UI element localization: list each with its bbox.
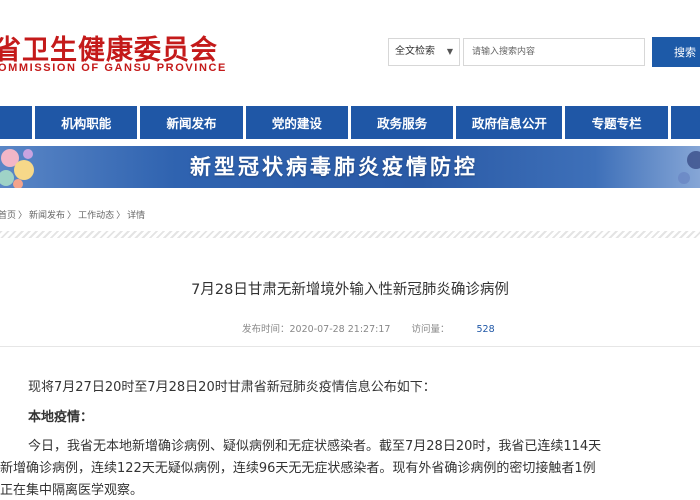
- nav-item-party[interactable]: 党的建设: [245, 106, 348, 139]
- body-line: 新增确诊病例，连续122天无疑似病例，连续96天无无症状感染者。现有外省确诊病例…: [0, 461, 596, 476]
- breadcrumb-news[interactable]: 新闻发布: [29, 211, 65, 221]
- publish-time: 2020-07-28 21:27:17: [289, 324, 391, 335]
- nav-item-topics[interactable]: 专题专栏: [565, 106, 668, 139]
- search-scope-label: 全文检索: [395, 46, 435, 57]
- main-nav: 机构职能 新闻发布 党的建设 政务服务 政府信息公开 专题专栏: [0, 106, 700, 139]
- decorative-divider: [0, 231, 700, 238]
- article-intro: 现将7月27日20时至7月28日20时甘肃省新冠肺炎疫情信息公布如下：: [28, 380, 436, 395]
- nav-item-news[interactable]: 新闻发布: [140, 106, 243, 139]
- breadcrumb: 首页〉新闻发布〉工作动态〉详情: [0, 208, 147, 221]
- body-line: 正在集中隔离医学观察。: [0, 483, 144, 498]
- site-header: 省卫生健康委员会 OMMISSION OF GANSU PROVINCE 全文检…: [0, 0, 700, 100]
- chevron-down-icon: ▼: [446, 47, 453, 56]
- virus-decoration-icon: [678, 151, 700, 184]
- nav-item-organization[interactable]: 机构职能: [35, 106, 138, 139]
- breadcrumb-separator: 〉: [18, 211, 28, 221]
- search-button[interactable]: 搜索: [652, 37, 700, 67]
- nav-item-more[interactable]: [670, 106, 700, 139]
- breadcrumb-work-updates[interactable]: 工作动态: [78, 211, 114, 221]
- nav-item-disclosure[interactable]: 政府信息公开: [456, 106, 563, 139]
- article-meta: 发布时间：2020-07-28 21:27:17 访问量： 528: [242, 321, 495, 335]
- visits-count: 528: [476, 324, 495, 335]
- breadcrumb-separator: 〉: [67, 211, 77, 221]
- body-line: 今日，我省无本地新增确诊病例、疑似病例和无症状感染者。截至7月28日20时，我省…: [28, 439, 602, 454]
- publish-time-label: 发布时间：: [242, 324, 290, 335]
- banner-title: 新型冠状病毒肺炎疫情防控: [190, 155, 478, 179]
- search-input[interactable]: [463, 38, 645, 66]
- meta-divider: [0, 346, 700, 347]
- article-body: 今日，我省无本地新增确诊病例、疑似病例和无症状感染者。截至7月28日20时，我省…: [0, 436, 700, 500]
- article-title: 7月28日甘肃无新增境外输入性新冠肺炎确诊病例: [191, 282, 509, 298]
- site-logo-english[interactable]: OMMISSION OF GANSU PROVINCE: [0, 62, 227, 74]
- nav-item-home[interactable]: [0, 106, 33, 139]
- section-heading: 本地疫情：: [28, 410, 94, 425]
- search-scope-select[interactable]: 全文检索 ▼: [388, 38, 460, 66]
- breadcrumb-home[interactable]: 首页: [0, 211, 16, 221]
- virus-illustration-icon: [0, 149, 34, 188]
- visits-label: 访问量：: [411, 324, 450, 335]
- epidemic-banner[interactable]: 新型冠状病毒肺炎疫情防控: [0, 146, 700, 188]
- breadcrumb-separator: 〉: [116, 211, 126, 221]
- nav-item-services[interactable]: 政务服务: [350, 106, 454, 139]
- breadcrumb-current: 详情: [127, 211, 146, 221]
